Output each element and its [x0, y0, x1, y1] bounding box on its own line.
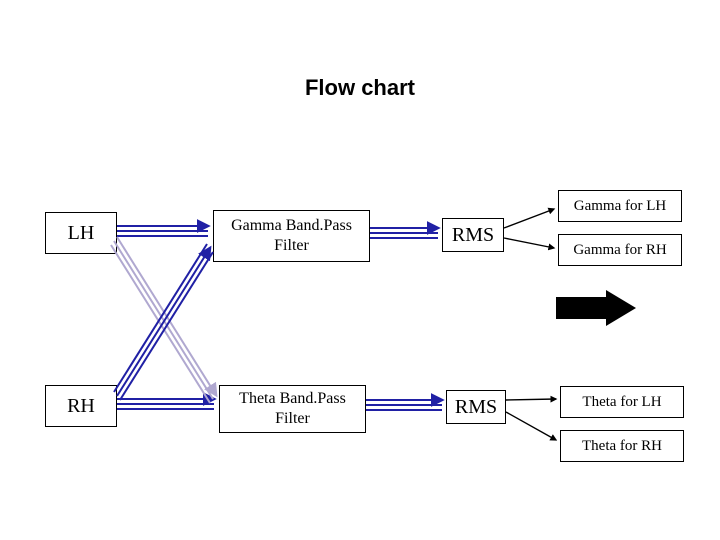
node-gamma-filter-line1: Gamma Band.Pass	[231, 216, 352, 236]
node-theta-filter-line2: Filter	[275, 409, 310, 429]
arrow-rms1-to-gamma-lh	[504, 209, 554, 228]
node-rms-2-label: RMS	[455, 395, 497, 420]
node-theta-filter: Theta Band.Pass Filter	[219, 385, 366, 433]
arrow-rms1-to-gamma-rh	[504, 238, 554, 248]
block-arrow-icon	[556, 290, 636, 326]
node-gamma-filter-line2: Filter	[274, 236, 309, 256]
arrow-rh-to-gamma	[114, 244, 213, 400]
node-gamma-filter: Gamma Band.Pass Filter	[213, 210, 370, 262]
node-gamma-for-rh-label: Gamma for RH	[573, 241, 666, 260]
node-rh: RH	[45, 385, 117, 427]
node-rh-label: RH	[67, 394, 95, 419]
arrow-rms2-to-theta-lh	[506, 399, 556, 400]
node-rms-1-label: RMS	[452, 223, 494, 248]
node-gamma-for-lh: Gamma for LH	[558, 190, 682, 222]
arrow-rh-to-theta	[117, 399, 214, 409]
page-title: Flow chart	[0, 75, 720, 101]
arrow-rms2-to-theta-rh	[506, 412, 556, 440]
node-theta-for-lh: Theta for LH	[560, 386, 684, 418]
node-theta-for-rh: Theta for RH	[560, 430, 684, 462]
node-gamma-for-rh: Gamma for RH	[558, 234, 682, 266]
arrow-lh-to-gamma	[117, 226, 208, 236]
arrow-gamma-to-rms	[370, 228, 438, 238]
node-theta-filter-line1: Theta Band.Pass	[239, 389, 346, 409]
node-lh: LH	[45, 212, 117, 254]
node-rms-1: RMS	[442, 218, 504, 252]
node-theta-for-lh-label: Theta for LH	[582, 393, 661, 412]
arrow-theta-to-rms	[366, 400, 442, 410]
node-theta-for-rh-label: Theta for RH	[582, 437, 662, 456]
node-gamma-for-lh-label: Gamma for LH	[574, 197, 666, 216]
arrow-lh-to-theta	[111, 237, 216, 403]
node-rms-2: RMS	[446, 390, 506, 424]
node-lh-label: LH	[68, 221, 95, 246]
